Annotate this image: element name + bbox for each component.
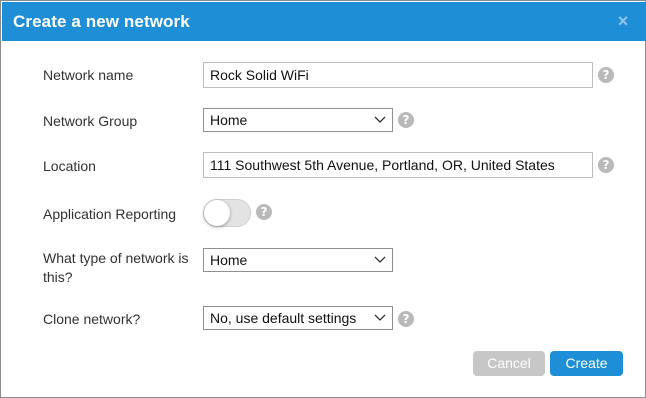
toggle-knob <box>204 200 230 226</box>
location-help-icon[interactable]: ? <box>598 157 614 173</box>
create-network-dialog: Create a new network × Network name Rock… <box>0 0 646 398</box>
network-group-value: Home <box>210 112 248 128</box>
location-label: Location <box>43 158 96 174</box>
network-name-input[interactable]: Rock Solid WiFi <box>203 62 593 88</box>
network-group-help-icon[interactable]: ? <box>398 112 414 128</box>
application-reporting-help-icon[interactable]: ? <box>256 204 272 220</box>
clone-network-select[interactable]: No, use default settings <box>203 306 393 330</box>
network-type-value: Home <box>210 252 248 268</box>
network-type-label-line1: What type of network is <box>43 250 189 266</box>
clone-network-label: Clone network? <box>43 311 141 327</box>
create-button[interactable]: Create <box>550 351 623 376</box>
application-reporting-toggle[interactable] <box>203 199 251 227</box>
application-reporting-label: Application Reporting <box>43 206 177 222</box>
network-name-label: Network name <box>43 67 134 83</box>
close-icon[interactable]: × <box>614 11 632 31</box>
chevron-down-icon <box>374 314 386 321</box>
chevron-down-icon <box>374 116 386 123</box>
cancel-button[interactable]: Cancel <box>473 351 545 376</box>
location-input[interactable]: 111 Southwest 5th Avenue, Portland, OR, … <box>203 152 593 178</box>
clone-network-value: No, use default settings <box>210 310 357 326</box>
network-group-select[interactable]: Home <box>203 108 393 132</box>
dialog-title: Create a new network <box>13 12 190 31</box>
dialog-titlebar: Create a new network × <box>2 2 646 41</box>
chevron-down-icon <box>374 256 386 263</box>
network-name-help-icon[interactable]: ? <box>598 67 614 83</box>
clone-network-help-icon[interactable]: ? <box>398 311 414 327</box>
network-type-label-line2: this? <box>43 269 73 285</box>
network-type-select[interactable]: Home <box>203 248 393 272</box>
network-group-label: Network Group <box>43 113 138 129</box>
